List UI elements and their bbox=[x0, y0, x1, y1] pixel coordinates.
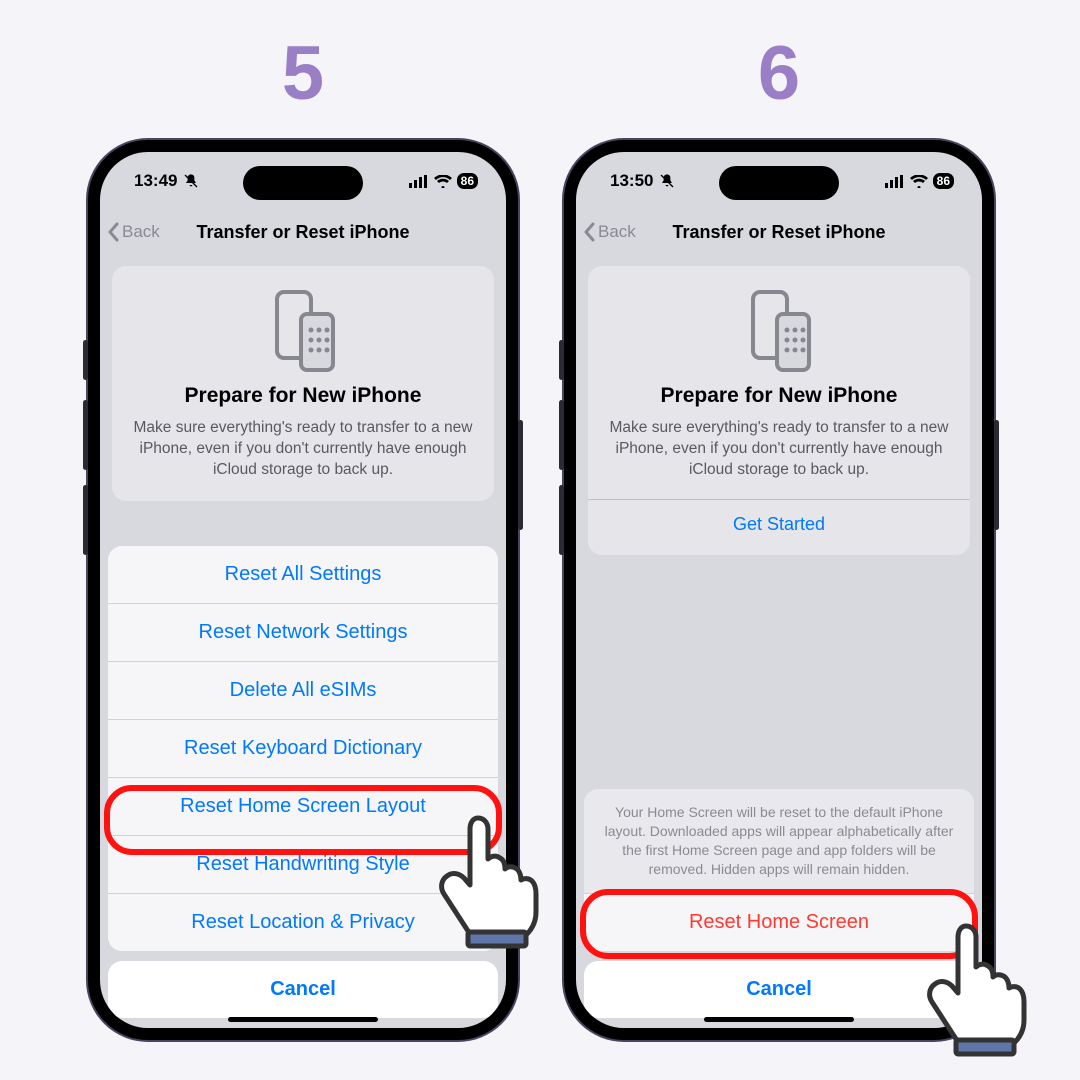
delete-all-esims[interactable]: Delete All eSIMs bbox=[108, 661, 498, 719]
dynamic-island bbox=[243, 166, 363, 200]
phone-mockup-step6: 13:50 86 Back Transfer or Reset iPhone bbox=[564, 140, 994, 1040]
reset-handwriting-style[interactable]: Reset Handwriting Style bbox=[108, 835, 498, 893]
prepare-heading: Prepare for New iPhone bbox=[606, 384, 952, 408]
prepare-body: Make sure everything's ready to transfer… bbox=[130, 418, 476, 481]
prepare-card: Prepare for New iPhone Make sure everyth… bbox=[112, 266, 494, 501]
prepare-body: Make sure everything's ready to transfer… bbox=[606, 418, 952, 481]
transfer-devices-icon bbox=[263, 286, 343, 376]
home-indicator bbox=[704, 1017, 854, 1022]
silent-bell-icon bbox=[659, 173, 675, 189]
cancel-button[interactable]: Cancel bbox=[584, 961, 974, 1018]
status-time: 13:50 bbox=[610, 171, 653, 191]
page-title: Transfer or Reset iPhone bbox=[100, 222, 506, 243]
prepare-card: Prepare for New iPhone Make sure everyth… bbox=[588, 266, 970, 555]
battery-indicator: 86 bbox=[933, 173, 954, 189]
cellular-icon bbox=[409, 175, 429, 188]
home-indicator bbox=[228, 1017, 378, 1022]
confirm-message: Your Home Screen will be reset to the de… bbox=[584, 789, 974, 893]
dynamic-island bbox=[719, 166, 839, 200]
page-title: Transfer or Reset iPhone bbox=[576, 222, 982, 243]
reset-all-settings[interactable]: Reset All Settings bbox=[108, 546, 498, 603]
prepare-heading: Prepare for New iPhone bbox=[130, 384, 476, 408]
reset-location-privacy[interactable]: Reset Location & Privacy bbox=[108, 893, 498, 951]
step-number-5: 5 bbox=[88, 30, 518, 117]
wifi-icon bbox=[910, 175, 928, 188]
cancel-button[interactable]: Cancel bbox=[108, 961, 498, 1018]
reset-network-settings[interactable]: Reset Network Settings bbox=[108, 603, 498, 661]
transfer-devices-icon bbox=[739, 286, 819, 376]
wifi-icon bbox=[434, 175, 452, 188]
status-time: 13:49 bbox=[134, 171, 177, 191]
battery-indicator: 86 bbox=[457, 173, 478, 189]
step-number-6: 6 bbox=[564, 30, 994, 117]
confirm-action-sheet: Your Home Screen will be reset to the de… bbox=[576, 789, 982, 1028]
reset-home-screen-confirm[interactable]: Reset Home Screen bbox=[584, 893, 974, 951]
cellular-icon bbox=[885, 175, 905, 188]
nav-bar: Back Transfer or Reset iPhone bbox=[576, 210, 982, 254]
reset-keyboard-dictionary[interactable]: Reset Keyboard Dictionary bbox=[108, 719, 498, 777]
reset-action-sheet: Reset All Settings Reset Network Setting… bbox=[100, 546, 506, 1028]
get-started-button[interactable]: Get Started bbox=[606, 500, 952, 535]
reset-home-screen-layout[interactable]: Reset Home Screen Layout bbox=[108, 777, 498, 835]
silent-bell-icon bbox=[183, 173, 199, 189]
nav-bar: Back Transfer or Reset iPhone bbox=[100, 210, 506, 254]
phone-mockup-step5: 13:49 86 Back Transfer or Reset iPhone bbox=[88, 140, 518, 1040]
